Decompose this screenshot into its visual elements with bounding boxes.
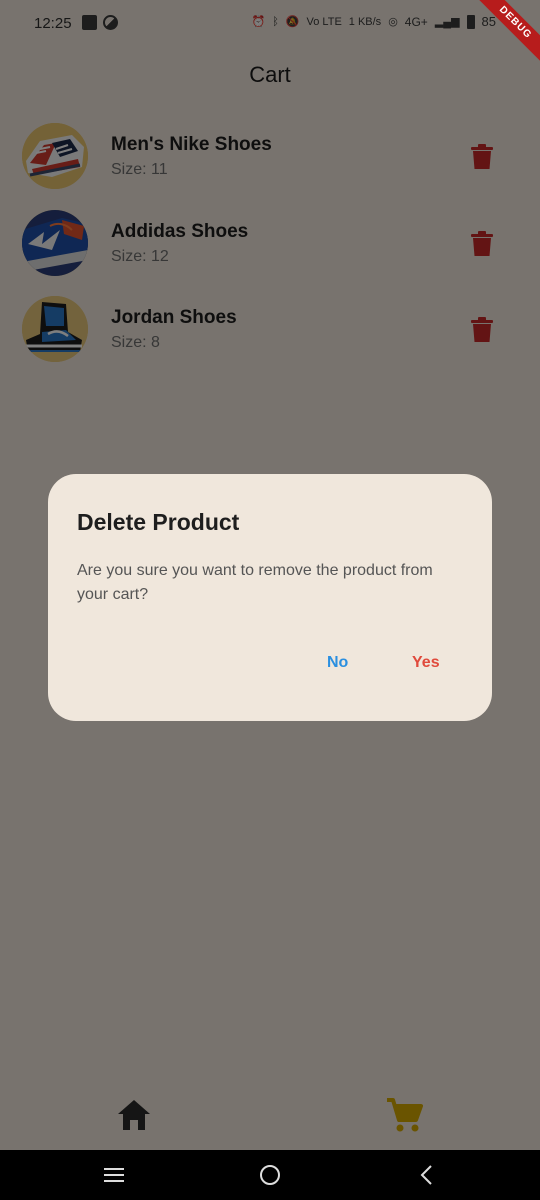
system-back-button[interactable] [419, 1164, 433, 1186]
system-navigation-bar [0, 1150, 540, 1200]
dialog-message: Are you sure you want to remove the prod… [77, 562, 433, 603]
recent-apps-button[interactable] [104, 1168, 124, 1182]
back-icon [420, 1165, 432, 1185]
system-home-button[interactable] [260, 1165, 280, 1185]
no-button[interactable]: No [327, 654, 348, 672]
yes-button[interactable]: Yes [412, 654, 440, 672]
dialog-title: Delete Product [77, 509, 240, 535]
delete-confirm-dialog: Delete Product Are you sure you want to … [48, 474, 492, 721]
